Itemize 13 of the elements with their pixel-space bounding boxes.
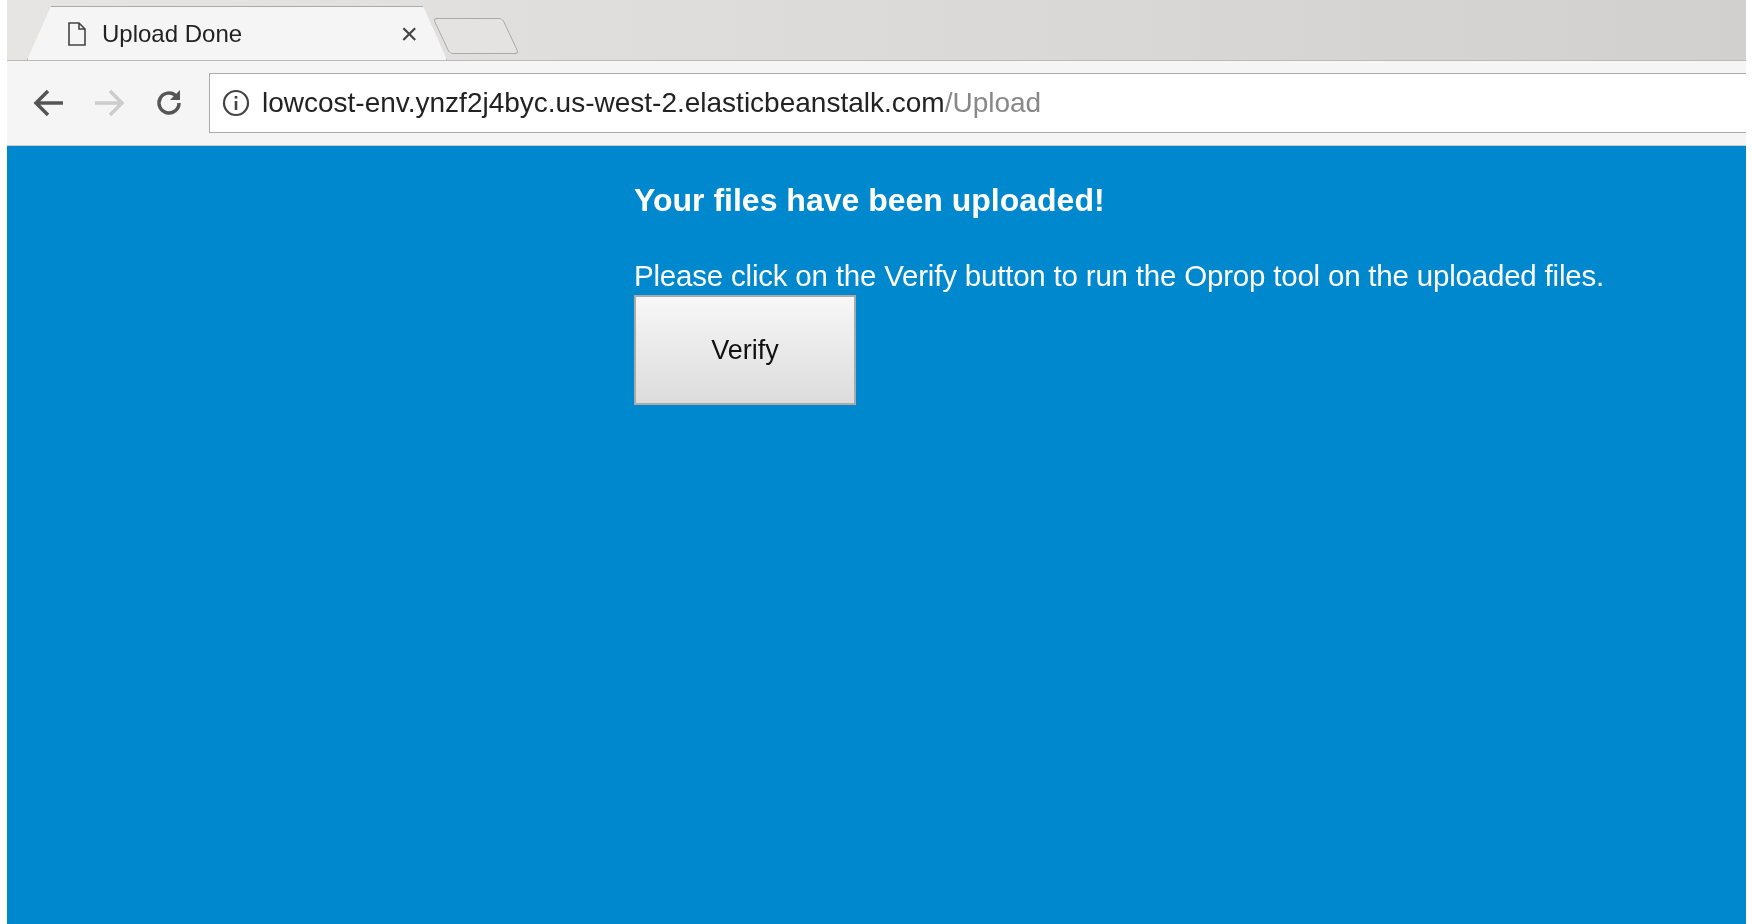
close-tab-button[interactable]: × <box>400 16 418 51</box>
address-bar[interactable]: lowcost-env.ynzf2j4byc.us-west-2.elasticbeanstalk.com/Upload <box>209 73 1746 133</box>
verify-button[interactable]: Verify <box>634 295 856 405</box>
tab-title: Upload Done <box>102 19 244 48</box>
upload-heading: Your files have been uploaded! <box>634 182 1106 219</box>
url-path: /Upload <box>944 87 1042 119</box>
back-arrow-icon <box>33 89 65 117</box>
url-host: lowcost-env.ynzf2j4byc.us-west-2.elasticbeanstalk.com <box>262 87 945 119</box>
info-icon <box>222 89 250 117</box>
page-icon <box>68 21 86 46</box>
forward-arrow-icon <box>93 89 125 117</box>
browser-tab[interactable]: Upload Done × <box>27 6 447 60</box>
instruction-text: Please click on the Verify button to run the Oprop tool on the uploaded files. <box>634 259 1605 293</box>
